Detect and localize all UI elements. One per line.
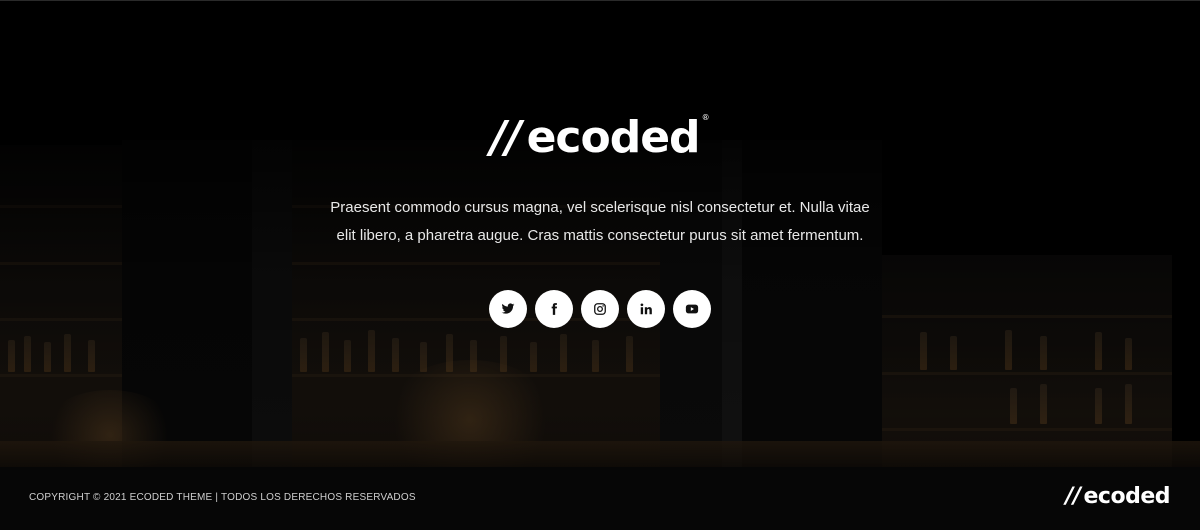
- logo-wordmark: ecoded: [526, 112, 701, 163]
- linkedin-button[interactable]: [627, 290, 665, 328]
- facebook-icon: [551, 303, 558, 315]
- instagram-button[interactable]: [581, 290, 619, 328]
- hero-section: // ecoded ® Praesent commodo cursus magn…: [0, 0, 1200, 467]
- divider: [0, 0, 1200, 1]
- hero-description: Praesent commodo cursus magna, vel scele…: [330, 199, 870, 244]
- hero-content: // ecoded ® Praesent commodo cursus magn…: [0, 112, 1200, 328]
- logo-wordmark: ecoded: [1083, 484, 1171, 509]
- youtube-icon: [685, 304, 699, 314]
- twitter-button[interactable]: [489, 290, 527, 328]
- logo-mark: //: [1065, 484, 1081, 509]
- social-links: [0, 290, 1200, 328]
- brand-logo[interactable]: // ecoded ®: [490, 112, 709, 164]
- copyright-text: COPYRIGHT © 2021 ECODED THEME | TODOS LO…: [29, 492, 416, 503]
- facebook-button[interactable]: [535, 290, 573, 328]
- youtube-button[interactable]: [673, 290, 711, 328]
- footer-brand-logo[interactable]: // ecoded: [1065, 483, 1170, 511]
- site-footer: COPYRIGHT © 2021 ECODED THEME | TODOS LO…: [0, 467, 1200, 530]
- logo-mark: //: [490, 112, 521, 163]
- twitter-icon: [501, 303, 515, 314]
- linkedin-icon: [640, 303, 652, 315]
- registered-mark: ®: [701, 113, 710, 122]
- instagram-icon: [594, 303, 606, 315]
